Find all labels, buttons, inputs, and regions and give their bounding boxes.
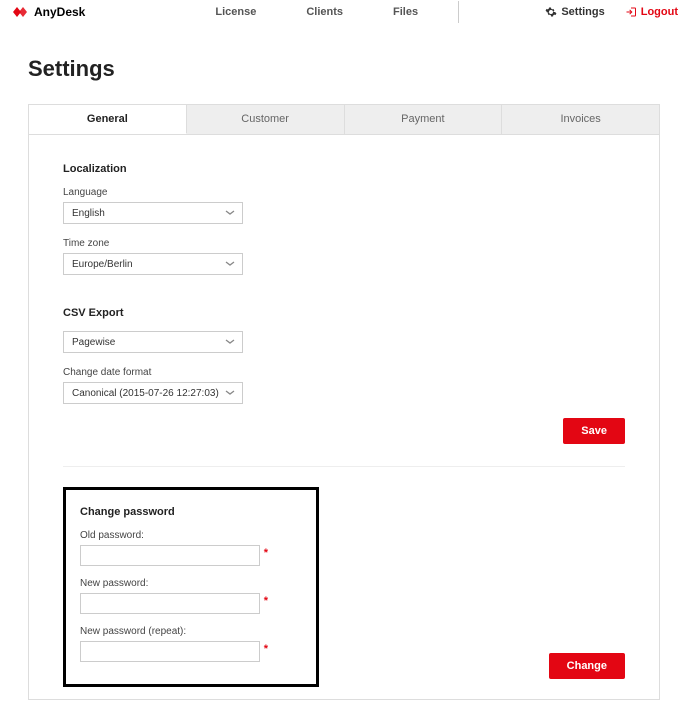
tab-invoices[interactable]: Invoices: [502, 105, 659, 134]
date-format-label: Change date format: [63, 367, 625, 378]
page: Settings General Customer Payment Invoic…: [0, 28, 688, 720]
nav-logout[interactable]: Logout: [625, 6, 678, 18]
nav-settings[interactable]: Settings: [545, 6, 604, 18]
change-button[interactable]: Change: [549, 653, 625, 679]
csv-title: CSV Export: [63, 307, 625, 319]
right-nav: Settings Logout: [545, 6, 678, 18]
main-nav: License Clients Files: [215, 6, 418, 18]
nav-files[interactable]: Files: [393, 6, 418, 18]
tab-customer[interactable]: Customer: [187, 105, 345, 134]
save-row: Save: [63, 418, 625, 444]
section-divider: [63, 466, 625, 467]
date-format-select[interactable]: Canonical (2015-07-26 12:27:03): [63, 382, 243, 404]
csv-section: CSV Export Pagewise Change date format C…: [63, 307, 625, 404]
logout-icon: [625, 6, 637, 18]
tab-general[interactable]: General: [29, 105, 187, 134]
brand-logo[interactable]: AnyDesk: [10, 5, 85, 19]
language-label: Language: [63, 187, 625, 198]
gear-icon: [545, 6, 557, 18]
topbar: AnyDesk License Clients Files Settings L…: [0, 0, 688, 28]
date-format-value: Canonical (2015-07-26 12:27:03): [63, 382, 243, 404]
repeat-password-label: New password (repeat):: [80, 626, 302, 637]
nav-logout-label: Logout: [641, 6, 678, 18]
change-password-title: Change password: [80, 506, 302, 518]
nav-license[interactable]: License: [215, 6, 256, 18]
nav-clients[interactable]: Clients: [306, 6, 343, 18]
required-marker: *: [264, 643, 268, 655]
old-password-label: Old password:: [80, 530, 302, 541]
new-password-input[interactable]: [80, 593, 260, 614]
csv-mode-value: Pagewise: [63, 331, 243, 353]
settings-panel: Localization Language English Time zone …: [28, 135, 660, 700]
language-value: English: [63, 202, 243, 224]
page-title: Settings: [28, 56, 660, 82]
timezone-label: Time zone: [63, 238, 625, 249]
save-button[interactable]: Save: [563, 418, 625, 444]
tab-payment[interactable]: Payment: [345, 105, 503, 134]
localization-title: Localization: [63, 163, 625, 175]
nav-settings-label: Settings: [561, 6, 604, 18]
nav-divider: [458, 1, 459, 23]
localization-section: Localization Language English Time zone …: [63, 163, 625, 275]
tabs: General Customer Payment Invoices: [28, 104, 660, 135]
required-marker: *: [264, 595, 268, 607]
brand-text: AnyDesk: [34, 5, 85, 19]
language-select[interactable]: English: [63, 202, 243, 224]
new-password-field: New password: *: [80, 578, 302, 614]
old-password-input[interactable]: [80, 545, 260, 566]
timezone-select[interactable]: Europe/Berlin: [63, 253, 243, 275]
repeat-password-input[interactable]: [80, 641, 260, 662]
timezone-value: Europe/Berlin: [63, 253, 243, 275]
anydesk-logo-icon: [10, 5, 30, 19]
new-password-label: New password:: [80, 578, 302, 589]
required-marker: *: [264, 547, 268, 559]
old-password-field: Old password: *: [80, 530, 302, 566]
csv-mode-select[interactable]: Pagewise: [63, 331, 243, 353]
